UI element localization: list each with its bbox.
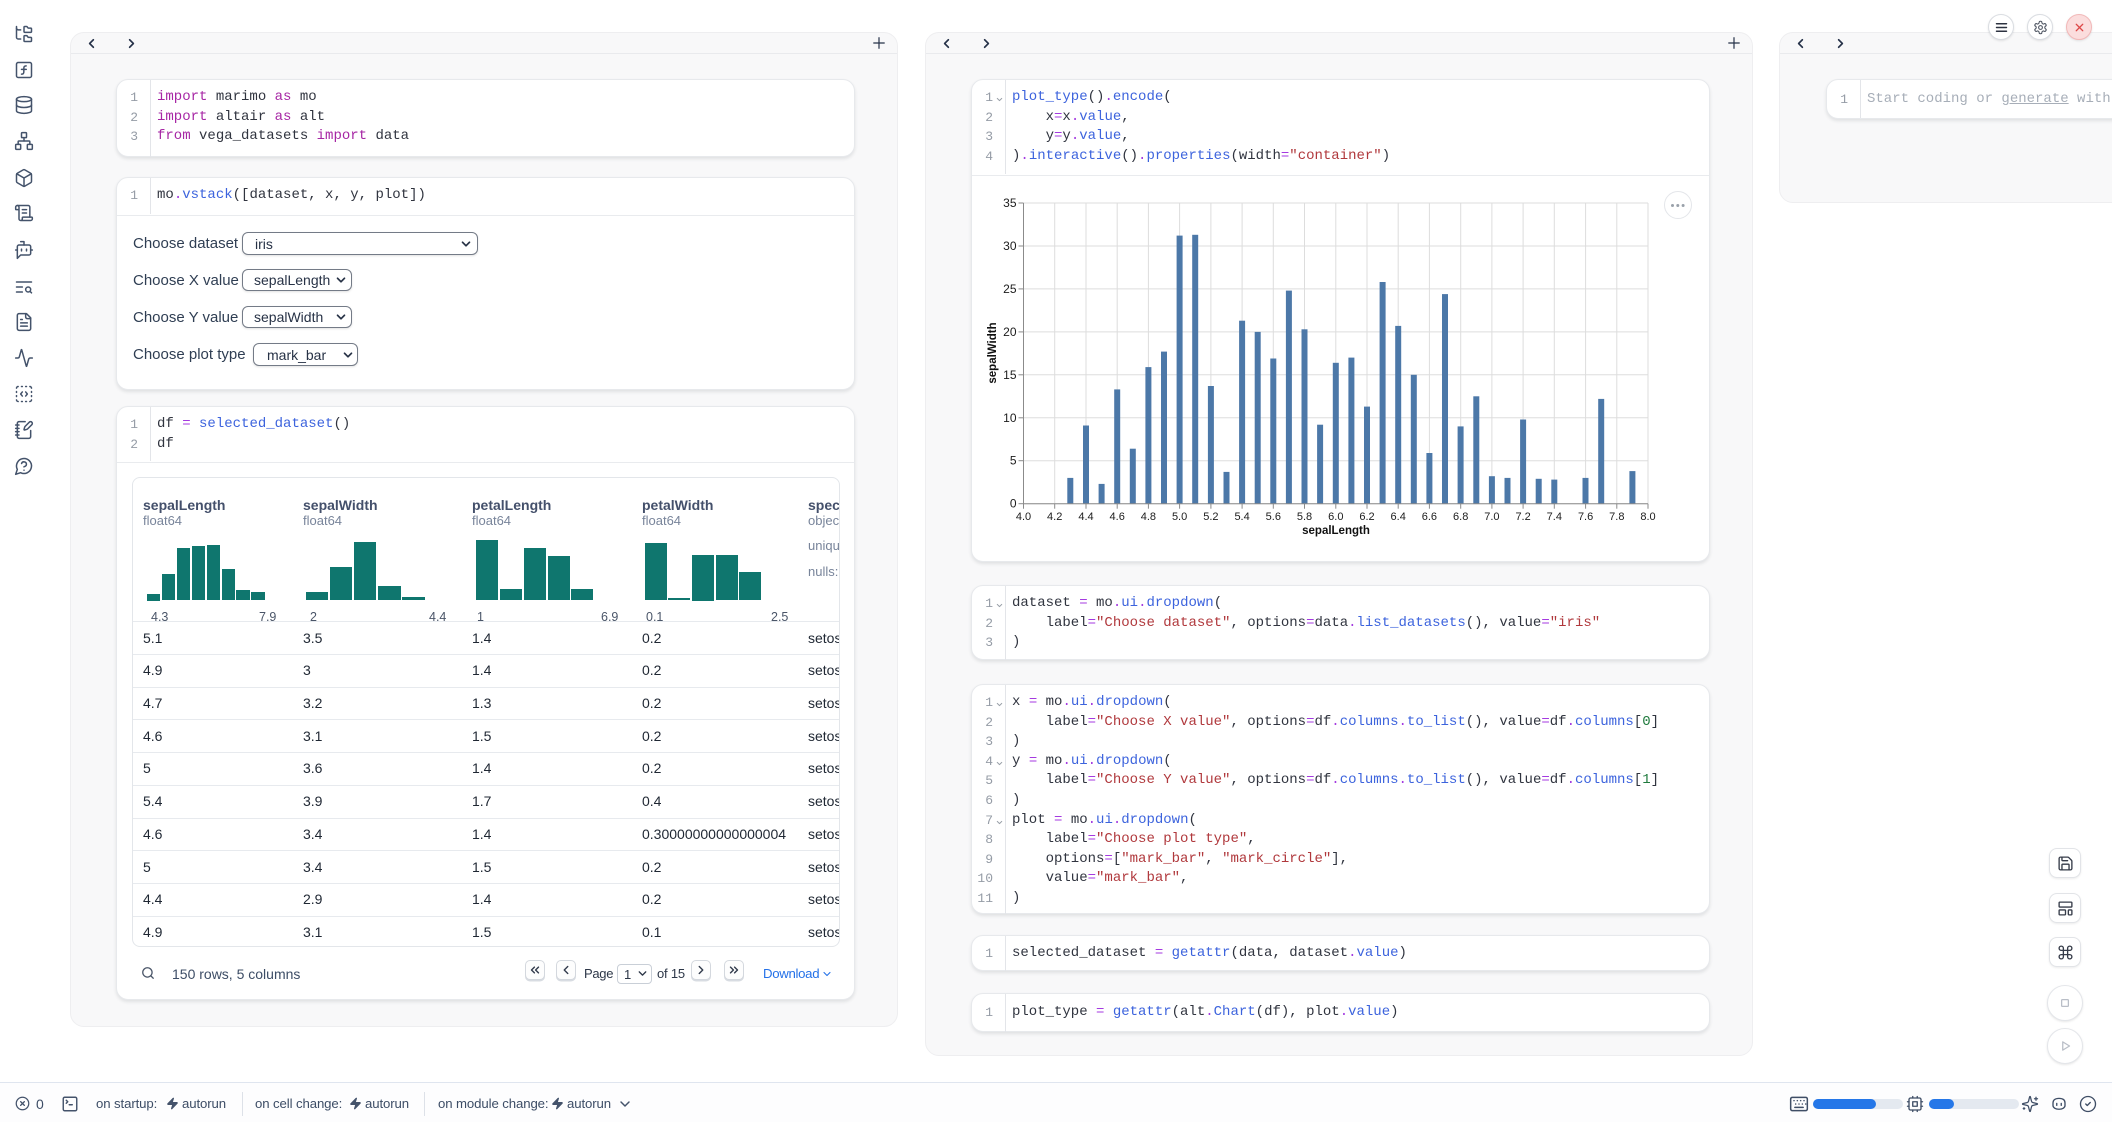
svg-text:30: 30 (1003, 239, 1017, 253)
svg-text:7.0: 7.0 (1484, 511, 1499, 523)
svg-text:6.4: 6.4 (1391, 511, 1406, 523)
svg-text:5.8: 5.8 (1297, 511, 1312, 523)
svg-text:8.0: 8.0 (1640, 511, 1655, 523)
svg-text:6.2: 6.2 (1359, 511, 1374, 523)
svg-text:6.6: 6.6 (1422, 511, 1437, 523)
svg-text:4.0: 4.0 (1016, 511, 1031, 523)
svg-text:5.6: 5.6 (1266, 511, 1281, 523)
svg-text:6.0: 6.0 (1328, 511, 1343, 523)
svg-text:5: 5 (1010, 454, 1017, 468)
svg-text:4.4: 4.4 (1078, 511, 1093, 523)
svg-text:15: 15 (1003, 368, 1017, 382)
svg-text:35: 35 (1003, 196, 1017, 210)
svg-text:4.6: 4.6 (1110, 511, 1125, 523)
svg-text:5.0: 5.0 (1172, 511, 1187, 523)
svg-text:0: 0 (1010, 497, 1017, 511)
svg-text:20: 20 (1003, 325, 1017, 339)
svg-text:7.2: 7.2 (1515, 511, 1530, 523)
svg-text:6.8: 6.8 (1453, 511, 1468, 523)
svg-text:5.4: 5.4 (1234, 511, 1249, 523)
svg-text:sepalLength: sepalLength (1302, 525, 1370, 537)
svg-text:7.6: 7.6 (1578, 511, 1593, 523)
svg-text:sepalWidth: sepalWidth (987, 322, 999, 383)
svg-text:7.4: 7.4 (1547, 511, 1562, 523)
svg-text:25: 25 (1003, 282, 1017, 296)
svg-text:5.2: 5.2 (1203, 511, 1218, 523)
svg-text:4.2: 4.2 (1047, 511, 1062, 523)
svg-text:10: 10 (1003, 411, 1017, 425)
svg-text:4.8: 4.8 (1141, 511, 1156, 523)
svg-text:7.8: 7.8 (1609, 511, 1624, 523)
